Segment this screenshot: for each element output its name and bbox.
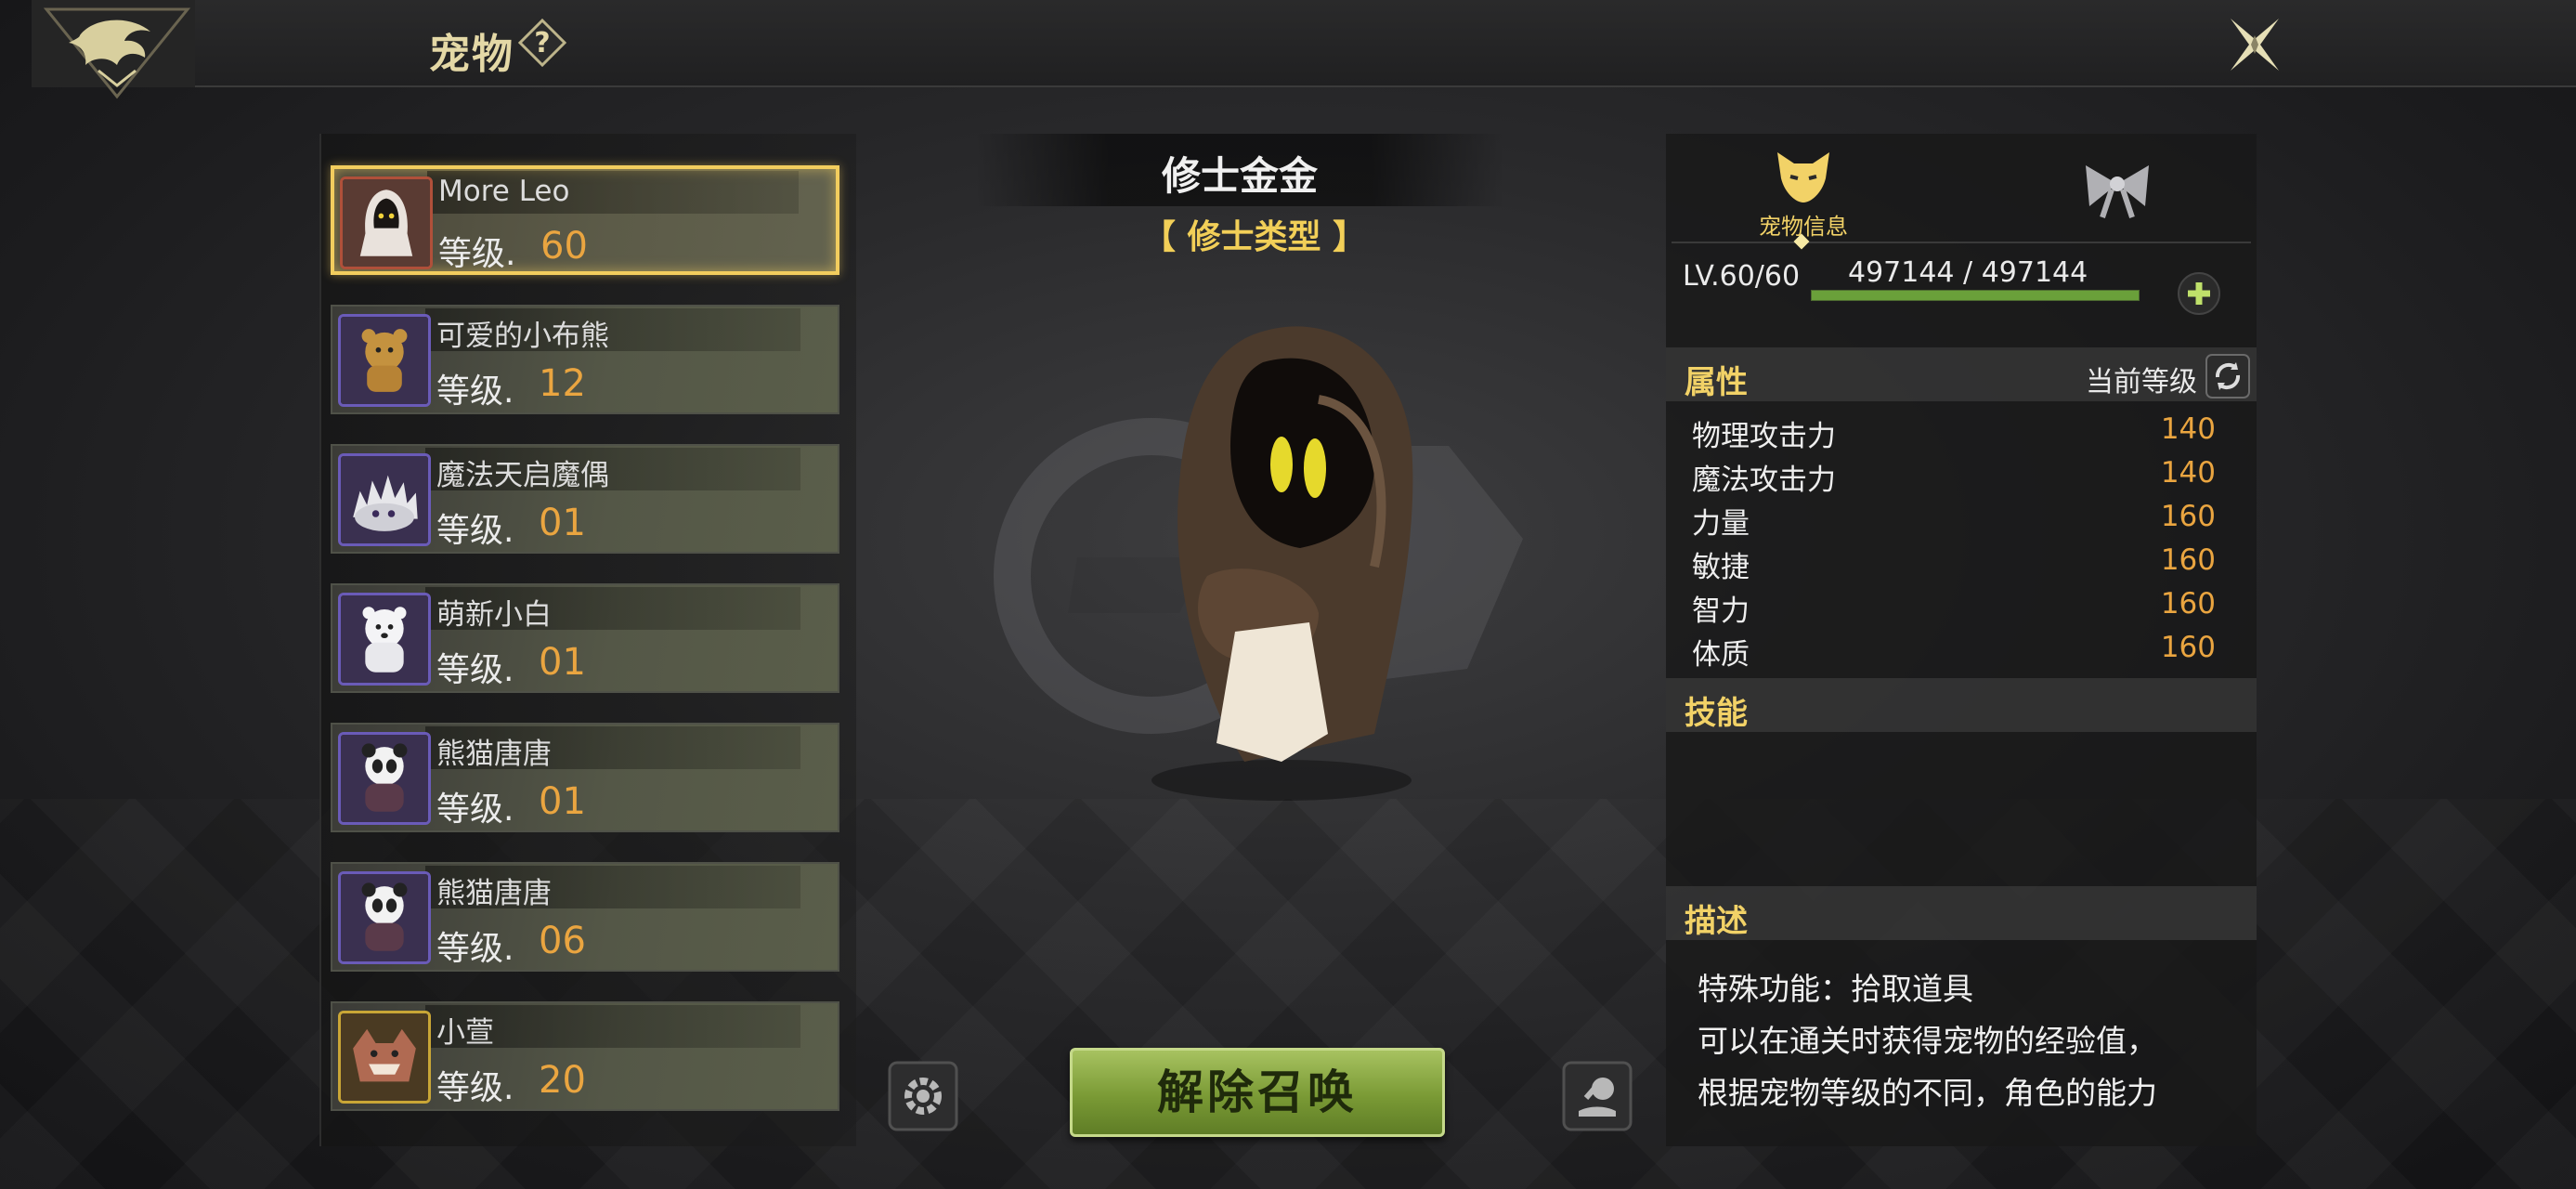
pet-level-label: 等级. [436, 512, 514, 550]
pet-name: More Leo [438, 175, 570, 208]
pet-list-item[interactable]: 熊猫唐唐 等级. 06 [331, 862, 839, 972]
description-header-label: 描述 [1685, 903, 1748, 940]
pet-model-hooded-monk[interactable] [1096, 297, 1449, 817]
pet-level-label: 等级. [438, 235, 516, 273]
pet-list-item[interactable]: 萌新小白 等级. 01 [331, 583, 839, 693]
pet-list-item[interactable]: 魔法天启魔偶 等级. 01 [331, 444, 839, 554]
pet-level: 01 [539, 502, 586, 544]
svg-text:?: ? [534, 27, 550, 59]
pet-name: 魔法天启魔偶 [436, 459, 609, 492]
pet-name: 熊猫唐唐 [436, 738, 552, 771]
dragon-logo-icon[interactable] [43, 4, 191, 100]
tab-divider [1672, 242, 2251, 243]
pet-avatar-monster-icon [338, 1011, 431, 1104]
pet-type: 【 修士类型 】 [1142, 218, 1367, 256]
skills-header-label: 技能 [1685, 695, 1748, 732]
stat-row: 体质 160 [1692, 631, 2216, 673]
pet-avatar-panda-icon [338, 871, 431, 964]
stat-value: 160 [2160, 631, 2216, 664]
pet-list-panel: More Leo 等级. 60 可爱的小布熊 等级. 12 魔法天启魔偶 等级.… [319, 134, 856, 1146]
bow-icon[interactable] [2080, 156, 2154, 221]
pet-level-label: 等级. [436, 372, 514, 411]
pet-title: 修士金金 [1161, 153, 1318, 199]
stat-row: 力量 160 [1692, 500, 2216, 542]
stat-name: 体质 [1692, 638, 1750, 672]
pet-avatar-hooded-icon [340, 176, 433, 269]
description-line: 特殊功能：拾取道具 [1698, 971, 1973, 1007]
pet-level-label: 等级. [436, 651, 514, 689]
stat-value: 160 [2160, 500, 2216, 533]
pet-level: 01 [539, 641, 586, 684]
stat-row: 魔法攻击力 140 [1692, 456, 2216, 499]
attributes-header-label: 属性 [1685, 364, 1748, 401]
help-icon[interactable]: ? [518, 19, 566, 67]
close-icon[interactable] [2219, 11, 2290, 78]
pet-level-label: 等级. [436, 790, 514, 829]
description-header: 描述 [1666, 886, 2257, 940]
page-title: 宠物 [429, 31, 514, 78]
stat-value: 140 [2160, 456, 2216, 490]
stat-row: 敏捷 160 [1692, 543, 2216, 586]
stat-value: 160 [2160, 543, 2216, 577]
pet-level: 01 [539, 780, 586, 823]
description-line: 根据宠物等级的不同，角色的能力 [1698, 1075, 2157, 1111]
pet-list-item[interactable]: 可爱的小布熊 等级. 12 [331, 305, 839, 414]
pet-level-label: 等级. [436, 930, 514, 968]
stat-row: 智力 160 [1692, 587, 2216, 630]
attributes-header: 属性 当前等级 [1666, 347, 2257, 401]
pet-avatar-polar-bear-icon [338, 593, 431, 686]
pet-title-bar: 修士金金 [975, 134, 1504, 206]
feed-icon[interactable] [1562, 1061, 1633, 1131]
top-bar [32, 0, 2576, 87]
pet-avatar-bear-icon [338, 314, 431, 407]
pet-level: 60 [540, 225, 588, 268]
pet-level-label: 等级. [436, 1069, 514, 1107]
settings-icon[interactable] [888, 1061, 958, 1131]
pet-avatar-panda-icon [338, 732, 431, 825]
description-line: 可以在通关时获得宠物的经验值， [1698, 1023, 2157, 1059]
pet-name: 萌新小白 [436, 598, 552, 632]
stat-name: 敏捷 [1692, 551, 1750, 584]
pet-level: 06 [539, 920, 586, 962]
level-text: LV.60/60 [1683, 260, 1801, 293]
pet-list-item[interactable]: More Leo 等级. 60 [331, 165, 839, 275]
add-icon[interactable] [2177, 271, 2221, 316]
pet-name: 可爱的小布熊 [436, 320, 609, 353]
stat-row: 物理攻击力 140 [1692, 412, 2216, 455]
stat-name: 物理攻击力 [1692, 420, 1836, 453]
exp-bar-fill [1812, 291, 2139, 300]
pet-avatar-golem-icon [338, 453, 431, 546]
pet-list-item[interactable]: 熊猫唐唐 等级. 01 [331, 723, 839, 832]
stat-name: 智力 [1692, 594, 1750, 628]
pet-name: 熊猫唐唐 [436, 877, 552, 910]
exp-bar [1811, 290, 2140, 301]
refresh-icon[interactable] [2205, 353, 2251, 399]
current-level-label: 当前等级 [2086, 366, 2197, 399]
skills-header: 技能 [1666, 678, 2257, 732]
pet-level: 20 [539, 1059, 586, 1102]
stat-value: 140 [2160, 412, 2216, 446]
stat-value: 160 [2160, 587, 2216, 621]
stat-name: 魔法攻击力 [1692, 464, 1836, 497]
pet-level: 12 [539, 362, 586, 405]
exp-text: 497144 / 497144 [1848, 256, 2088, 289]
pet-list-item[interactable]: 小萱 等级. 20 [331, 1001, 839, 1111]
stat-name: 力量 [1692, 507, 1750, 541]
dismiss-summon-button[interactable]: 解除召唤 [1070, 1048, 1445, 1137]
pet-name: 小萱 [436, 1016, 494, 1050]
tab-pet-info[interactable]: 宠物信息 [1725, 141, 1881, 243]
fox-icon [1777, 152, 1829, 203]
